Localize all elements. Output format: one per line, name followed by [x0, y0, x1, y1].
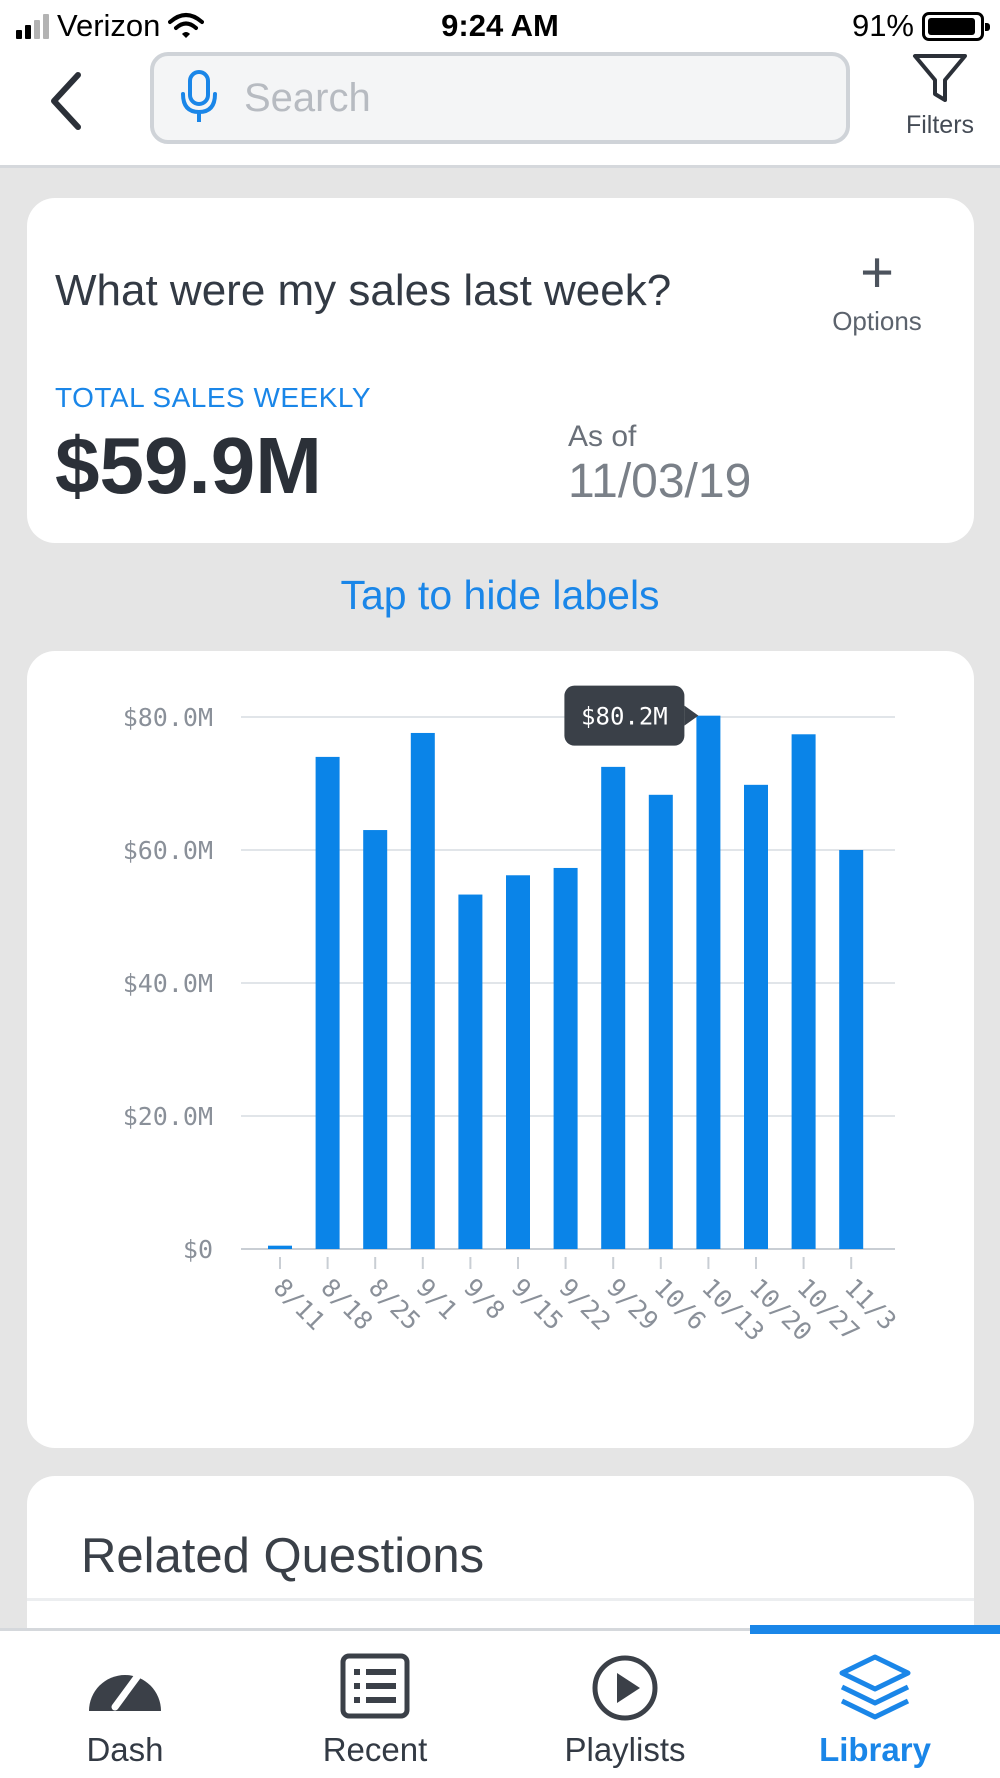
- filters-label: Filters: [905, 111, 975, 139]
- x-tick-label: 8/18: [315, 1273, 378, 1336]
- x-tick-label: 8/25: [363, 1273, 426, 1336]
- kpi-label: TOTAL SALES WEEKLY: [55, 382, 372, 413]
- bar: [648, 794, 673, 1249]
- microphone-button[interactable]: [154, 70, 244, 126]
- tab-bar: Dash Recent Playlists Library: [0, 1625, 1000, 1778]
- x-tick-label: 8/11: [268, 1273, 331, 1336]
- as-of-label: As of: [568, 420, 637, 453]
- search-input[interactable]: [244, 75, 824, 121]
- tab-dash-label: Dash: [86, 1731, 164, 1768]
- back-button[interactable]: [38, 66, 94, 136]
- y-tick-label: $80.0M: [123, 703, 213, 732]
- y-tick-label: $40.0M: [123, 969, 213, 998]
- list-icon: [340, 1653, 410, 1719]
- bar: [839, 850, 864, 1249]
- bar: [315, 756, 340, 1249]
- microphone-icon: [181, 70, 217, 122]
- bar: [363, 830, 388, 1249]
- battery-percent: 91%: [851, 8, 914, 43]
- as-of-date: 11/03/19: [568, 455, 752, 508]
- tab-playlists-label: Playlists: [564, 1731, 686, 1768]
- filters-button[interactable]: Filters: [890, 52, 990, 152]
- bar: [791, 734, 816, 1249]
- clock: 9:24 AM: [441, 8, 559, 43]
- y-tick-label: $0: [183, 1235, 213, 1264]
- chevron-left-icon: [51, 72, 81, 130]
- x-tick-label: 9/22: [553, 1273, 616, 1336]
- status-right: 91%: [851, 8, 990, 44]
- x-tick-label: 9/15: [506, 1273, 569, 1336]
- top-header: Filters: [0, 52, 1000, 168]
- filter-funnel-icon: [913, 54, 967, 102]
- tooltip-label: $80.2M: [581, 703, 668, 731]
- bar: [553, 867, 578, 1249]
- y-tick-label: $60.0M: [123, 836, 213, 865]
- play-circle-icon: [592, 1655, 658, 1721]
- tab-playlists[interactable]: Playlists: [500, 1631, 750, 1778]
- bar: [506, 875, 530, 1249]
- summary-card: What were my sales last week? + Options …: [27, 198, 974, 543]
- sales-bar-chart: $0 $20.0M $40.0M $60.0M $80.0M 8/118/188/25 9/…: [123, 685, 902, 1346]
- bar: [410, 732, 435, 1249]
- bar: [696, 715, 721, 1249]
- status-bar: Verizon 9:24 AM 91%: [0, 0, 1000, 52]
- tab-dash[interactable]: Dash: [0, 1631, 250, 1778]
- bar: [458, 894, 483, 1249]
- x-tick-label: 9/8: [458, 1273, 510, 1325]
- active-tab-indicator: [750, 1625, 1000, 1634]
- divider: [27, 1598, 974, 1601]
- layers-icon: [839, 1654, 911, 1720]
- options-button[interactable]: + Options: [817, 244, 937, 337]
- tab-recent[interactable]: Recent: [250, 1631, 500, 1778]
- x-tick-label: 10/6: [649, 1273, 712, 1336]
- tab-library[interactable]: Library: [750, 1625, 1000, 1778]
- tooltip-pointer: [684, 705, 699, 726]
- toggle-labels-link[interactable]: Tap to hide labels: [0, 572, 1000, 619]
- y-tick-label: $20.0M: [123, 1102, 213, 1131]
- plus-icon: +: [860, 240, 894, 305]
- bar: [601, 766, 626, 1249]
- chart-card: $0 $20.0M $40.0M $60.0M $80.0M 8/11 8/18 8/25 9/…: [27, 651, 974, 1448]
- x-tick-label: 9/29: [601, 1273, 664, 1336]
- tab-library-label: Library: [819, 1731, 931, 1768]
- kpi-value: $59.9M: [55, 421, 322, 510]
- bar: [268, 1245, 292, 1249]
- bar: [744, 784, 768, 1249]
- search-bar[interactable]: [150, 52, 850, 144]
- related-questions-card: Related Questions: [27, 1476, 974, 1636]
- question-title: What were my sales last week?: [55, 266, 672, 315]
- related-questions-title: Related Questions: [81, 1529, 485, 1583]
- gauge-icon: [89, 1673, 161, 1711]
- tab-recent-label: Recent: [322, 1731, 428, 1768]
- options-label: Options: [832, 306, 922, 336]
- battery-icon: [922, 11, 990, 41]
